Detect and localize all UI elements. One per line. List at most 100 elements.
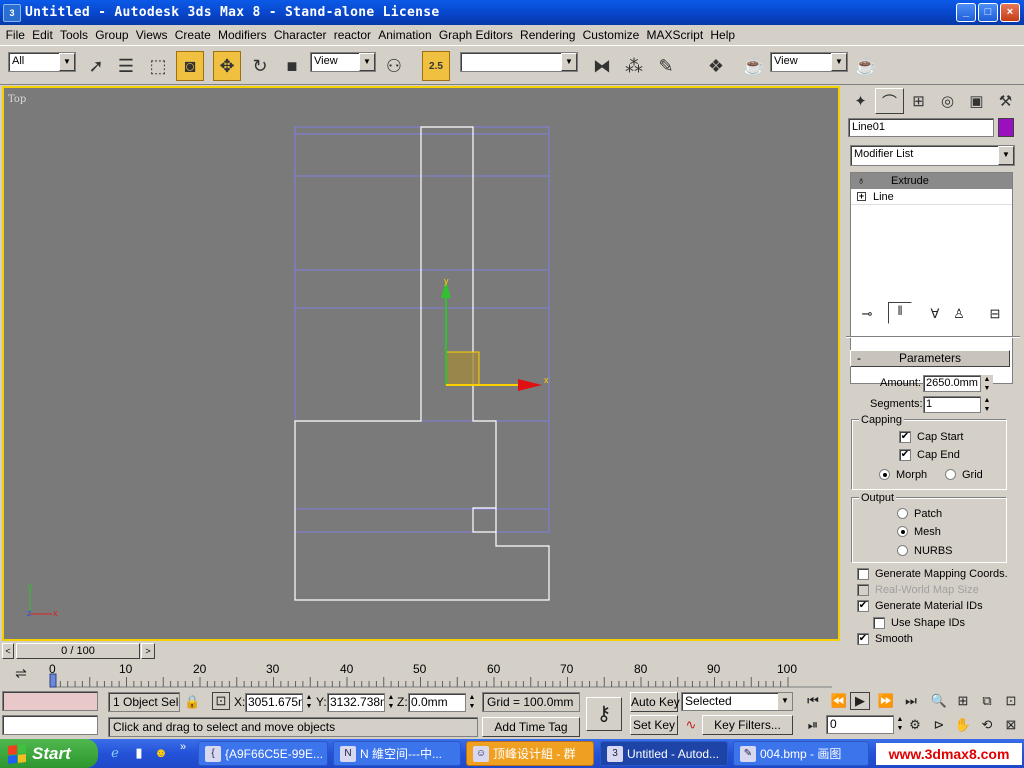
maxscript-listener-white[interactable] (2, 715, 98, 735)
material-editor-icon[interactable]: ❖ (702, 51, 730, 81)
z-spinner-icon[interactable]: ▲ ▼ (466, 693, 478, 712)
menu-character[interactable]: Character (270, 28, 330, 42)
menu-customize[interactable]: Customize (579, 28, 643, 42)
key-mode-dropdown[interactable]: Selected ▼ (681, 692, 793, 711)
lock-icon[interactable]: 🔒 (184, 694, 200, 710)
task-button-2[interactable]: N N 維空间---中... (333, 741, 461, 766)
zoom-all-icon[interactable]: ⊞ (954, 693, 972, 709)
menu-views[interactable]: Views (132, 28, 171, 42)
current-frame-input[interactable]: 0 (826, 715, 894, 734)
add-time-tag-button[interactable]: Add Time Tag (482, 717, 580, 737)
segments-spinner-icon[interactable]: ▲ ▼ (981, 396, 993, 413)
segments-input[interactable]: 1 (923, 396, 981, 413)
gizmo-x-arrow[interactable] (518, 379, 542, 391)
utilities-tab-icon[interactable]: ⚒ (991, 88, 1020, 114)
maximize-viewport-icon[interactable]: ⊠ (1002, 717, 1020, 733)
pivot-center-icon[interactable]: ⚇ (380, 51, 408, 81)
pan-icon[interactable]: ✋ (954, 717, 972, 733)
menu-maxscript[interactable]: MAXScript (643, 28, 707, 42)
time-configuration-icon[interactable]: ⚙ (906, 717, 924, 733)
maximize-button[interactable]: □ (978, 3, 998, 22)
patch-radio[interactable] (897, 508, 908, 519)
zoom-icon[interactable]: 🔍 (930, 693, 948, 709)
menu-reactor[interactable]: reactor (330, 28, 375, 42)
modifier-list-dropdown[interactable]: Modifier List ▼ (850, 145, 1015, 166)
selection-filter-dropdown[interactable]: All ▼ (8, 52, 76, 72)
ie-icon[interactable]: ℯ (106, 745, 124, 761)
menu-edit[interactable]: Edit (29, 28, 57, 42)
select-arrow-icon[interactable]: ➚ (82, 51, 110, 81)
named-selection-dropdown[interactable]: ▼ (460, 52, 578, 72)
task-button-3[interactable]: ☺ 顶峰设计組 - 群 (466, 741, 594, 766)
snap-toggle-icon[interactable]: 2.5 (422, 51, 450, 81)
key-filters-button[interactable]: Key Filters... (702, 715, 793, 735)
create-tab-icon[interactable]: ✦ (846, 88, 875, 114)
zoom-extents-all-icon[interactable]: ⊡ (1002, 693, 1020, 709)
stack-item-extrude[interactable]: ♁ Extrude (851, 173, 1012, 189)
auto-key-button[interactable]: Auto Key (630, 692, 680, 712)
remove-modifier-icon[interactable]: ♙ (948, 306, 970, 322)
window-crossing-icon[interactable]: ◙ (176, 51, 204, 81)
zoom-extents-icon[interactable]: ⧉ (978, 693, 996, 709)
close-button[interactable]: × (1000, 3, 1020, 22)
amount-input[interactable]: 2650.0mm (923, 375, 981, 392)
render-type-dropdown[interactable]: View ▼ (770, 52, 848, 72)
set-key-icon[interactable]: ⚷ (586, 697, 622, 731)
quick-render-icon[interactable]: ☕ (852, 51, 880, 81)
nurbs-radio[interactable] (897, 545, 908, 556)
x-spinner-icon[interactable]: ▲ ▼ (303, 693, 315, 712)
menu-animation[interactable]: Animation (375, 28, 436, 42)
arc-rotate-icon[interactable]: ⟲ (978, 717, 996, 733)
pin-stack-icon[interactable]: ⊸ (856, 306, 878, 322)
go-to-end-icon[interactable]: ⏭ (900, 693, 922, 709)
use-shape-ids-checkbox[interactable] (873, 617, 885, 629)
object-color-swatch[interactable] (998, 118, 1014, 137)
expand-plus-icon[interactable]: + (857, 192, 866, 201)
show-end-result-icon[interactable]: ‖ (888, 302, 912, 324)
play-icon[interactable]: ▶ (850, 692, 870, 710)
mirror-icon[interactable]: ⧓ (588, 51, 616, 81)
time-prev-icon[interactable]: < (2, 643, 14, 659)
transform-gizmo-plane[interactable] (445, 351, 480, 386)
quick-launch-icon[interactable]: ▮ (130, 745, 148, 761)
absolute-mode-icon[interactable]: ⊡ (212, 692, 230, 710)
generate-mapping-checkbox[interactable] (857, 568, 869, 580)
z-coordinate-input[interactable]: 0.0mm (408, 693, 466, 712)
task-button-1[interactable]: {{A9F66C5E-99E... (198, 741, 328, 766)
menu-rendering[interactable]: Rendering (516, 28, 579, 42)
cap-end-checkbox[interactable]: ✔ (899, 449, 911, 461)
smooth-checkbox[interactable]: ✔ (857, 633, 869, 645)
x-coordinate-input[interactable]: 3051.675m (245, 693, 303, 712)
menu-modifiers[interactable]: Modifiers (214, 28, 270, 42)
task-button-4[interactable]: 3 Untitled - Autod... (600, 741, 728, 766)
align-icon[interactable]: ⁂ (620, 51, 648, 81)
amount-spinner-icon[interactable]: ▲ ▼ (981, 375, 993, 392)
render-scene-icon[interactable]: ☕ (740, 51, 768, 81)
previous-frame-icon[interactable]: ⏪ (828, 693, 850, 709)
time-slider-thumb[interactable]: 0 / 100 (16, 643, 140, 659)
quick-launch-more-icon[interactable]: » (176, 741, 190, 753)
maxscript-listener-pink[interactable] (2, 691, 98, 711)
set-key-button[interactable]: Set Key (630, 715, 678, 735)
key-mode-toggle-icon[interactable]: ⏯ (804, 717, 822, 733)
display-tab-icon[interactable]: ▣ (962, 88, 991, 114)
menu-graph-editors[interactable]: Graph Editors (435, 28, 516, 42)
move-icon[interactable]: ✥ (213, 51, 241, 81)
top-viewport[interactable]: Top y x y x z (2, 86, 840, 641)
morph-radio[interactable] (879, 469, 890, 480)
menu-tools[interactable]: Tools (56, 28, 91, 42)
configure-modifier-sets-icon[interactable]: ⊟ (984, 306, 1006, 322)
menu-group[interactable]: Group (92, 28, 133, 42)
y-coordinate-input[interactable]: 3132.738m (327, 693, 385, 712)
extruded-line-shape[interactable] (294, 126, 550, 601)
select-by-name-icon[interactable]: ☰ (112, 51, 140, 81)
next-frame-icon[interactable]: ⏩ (875, 693, 897, 709)
scale-icon[interactable]: ■ (278, 51, 306, 81)
mesh-radio[interactable] (897, 526, 908, 537)
menu-create[interactable]: Create (171, 28, 214, 42)
stack-item-line[interactable]: + Line (851, 189, 1012, 205)
cap-start-checkbox[interactable]: ✔ (899, 431, 911, 443)
start-button[interactable]: Start (0, 739, 98, 768)
motion-tab-icon[interactable]: ◎ (933, 88, 962, 114)
rect-selection-icon[interactable]: ⬚ (144, 51, 172, 81)
